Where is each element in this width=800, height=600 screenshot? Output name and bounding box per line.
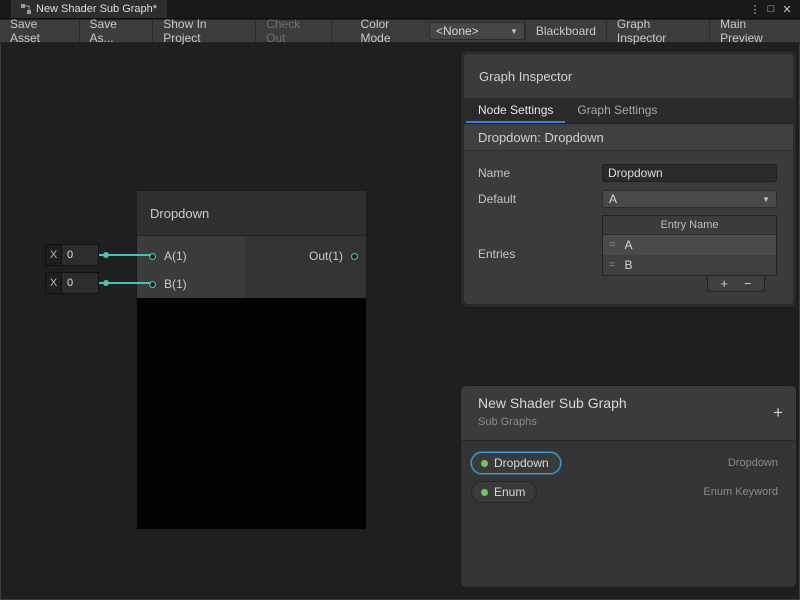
window-menu-icon[interactable]: ⋮ xyxy=(747,3,763,16)
port-label: A(1) xyxy=(164,249,187,263)
entry-name: A xyxy=(624,238,632,252)
tab-title: New Shader Sub Graph* xyxy=(36,3,157,15)
blackboard-title: New Shader Sub Graph xyxy=(478,395,796,411)
axis-label: X xyxy=(46,273,61,293)
add-entry-button[interactable]: + xyxy=(720,277,728,291)
axis-label: X xyxy=(46,245,61,265)
toolbar: Save Asset Save As... Show In Project Ch… xyxy=(0,20,800,43)
output-port-out[interactable]: Out(1) xyxy=(245,242,366,270)
tab-graph-settings[interactable]: Graph Settings xyxy=(565,98,669,123)
window-controls: ⋮ □ ✕ xyxy=(747,0,800,18)
entry-row-a[interactable]: = A xyxy=(603,235,776,255)
blackboard-header[interactable]: New Shader Sub Graph Sub Graphs + xyxy=(461,386,796,441)
check-out-button: Check Out xyxy=(256,20,332,42)
chevron-down-icon: ▼ xyxy=(510,27,518,36)
maximize-icon[interactable]: □ xyxy=(763,3,779,15)
node-output-ports: Out(1) xyxy=(245,236,366,298)
property-label: Dropdown xyxy=(494,456,549,470)
entries-label: Entries xyxy=(478,247,602,261)
property-pill-dropdown[interactable]: Dropdown xyxy=(471,452,561,474)
color-mode-select[interactable]: <None> ▼ xyxy=(429,22,525,40)
document-tab[interactable]: New Shader Sub Graph* xyxy=(11,0,167,18)
default-value: A xyxy=(609,192,617,206)
blackboard-subtitle: Sub Graphs xyxy=(478,416,796,428)
color-mode-value: <None> xyxy=(436,24,479,38)
toolbar-right-group: Blackboard Graph Inspector Main Preview xyxy=(525,20,800,42)
property-type: Enum Keyword xyxy=(703,486,786,498)
default-label: Default xyxy=(478,192,602,206)
color-mode-label: Color Mode xyxy=(358,20,428,42)
add-property-button[interactable]: + xyxy=(773,403,783,423)
node-title: Dropdown xyxy=(150,206,209,221)
graph-inspector-toggle-button[interactable]: Graph Inspector xyxy=(606,20,709,42)
entry-row-b[interactable]: = B xyxy=(603,255,776,275)
close-icon[interactable]: ✕ xyxy=(779,3,795,16)
port-label: Out(1) xyxy=(309,249,343,263)
entries-list-footer: + − xyxy=(602,276,765,292)
blackboard-row: Enum Enum Keyword xyxy=(471,481,786,503)
default-select[interactable]: A ▼ xyxy=(602,190,777,208)
node-settings-content: Dropdown: Dropdown Name Default A ▼ Entr… xyxy=(464,124,793,304)
graph-inspector-panel: Graph Inspector Node Settings Graph Sett… xyxy=(460,50,797,308)
edge-dot-icon xyxy=(103,252,109,258)
blackboard-body: Dropdown Dropdown Enum Enum Keyword xyxy=(461,441,796,521)
entry-name: B xyxy=(624,258,632,272)
show-in-project-button[interactable]: Show In Project xyxy=(153,20,256,42)
main-preview-toggle-button[interactable]: Main Preview xyxy=(709,20,799,42)
inspector-tabs: Node Settings Graph Settings xyxy=(464,98,793,124)
remove-entry-button[interactable]: − xyxy=(744,277,752,291)
property-dot-icon xyxy=(481,460,488,467)
chevron-down-icon: ▼ xyxy=(762,195,770,204)
tab-node-settings[interactable]: Node Settings xyxy=(466,98,565,123)
drag-handle-icon[interactable]: = xyxy=(609,239,615,251)
blackboard-toggle-button[interactable]: Blackboard xyxy=(525,20,606,42)
entries-list-wrap: Entry Name = A = B + − xyxy=(602,215,777,292)
property-type: Dropdown xyxy=(728,457,786,469)
dropdown-node[interactable]: Dropdown A(1) B(1) Out(1) xyxy=(136,190,367,530)
entries-list-header: Entry Name xyxy=(603,216,776,235)
port-value-node-b: X xyxy=(45,272,99,294)
property-label: Enum xyxy=(494,485,525,499)
blackboard-panel: New Shader Sub Graph Sub Graphs + Dropdo… xyxy=(460,385,797,588)
graph-inspector-title: Graph Inspector xyxy=(464,54,793,98)
port-value-input-a[interactable] xyxy=(61,245,98,265)
node-input-ports: A(1) B(1) xyxy=(137,236,245,298)
name-field[interactable] xyxy=(602,164,777,182)
node-settings-header: Dropdown: Dropdown xyxy=(464,124,793,151)
node-header[interactable]: Dropdown xyxy=(137,191,366,236)
property-pill-enum[interactable]: Enum xyxy=(471,481,537,503)
input-port-a[interactable]: A(1) xyxy=(137,242,245,270)
input-port-b[interactable]: B(1) xyxy=(137,270,245,298)
port-label: B(1) xyxy=(164,277,187,291)
port-value-input-b[interactable] xyxy=(61,273,98,293)
edge-dot-icon xyxy=(103,280,109,286)
save-as-button[interactable]: Save As... xyxy=(80,20,154,42)
port-value-node-a: X xyxy=(45,244,99,266)
node-preview xyxy=(137,298,366,529)
node-settings-body: Name Default A ▼ Entries Entry Name xyxy=(464,151,793,292)
port-circle-icon[interactable] xyxy=(351,253,358,260)
node-ports: A(1) B(1) Out(1) xyxy=(137,236,366,298)
blackboard-row: Dropdown Dropdown xyxy=(471,452,786,474)
entries-list: Entry Name = A = B xyxy=(602,215,777,276)
shader-graph-icon xyxy=(21,4,31,14)
drag-handle-icon[interactable]: = xyxy=(609,259,615,271)
name-label: Name xyxy=(478,166,602,180)
property-dot-icon xyxy=(481,489,488,496)
save-asset-button[interactable]: Save Asset xyxy=(0,20,80,42)
